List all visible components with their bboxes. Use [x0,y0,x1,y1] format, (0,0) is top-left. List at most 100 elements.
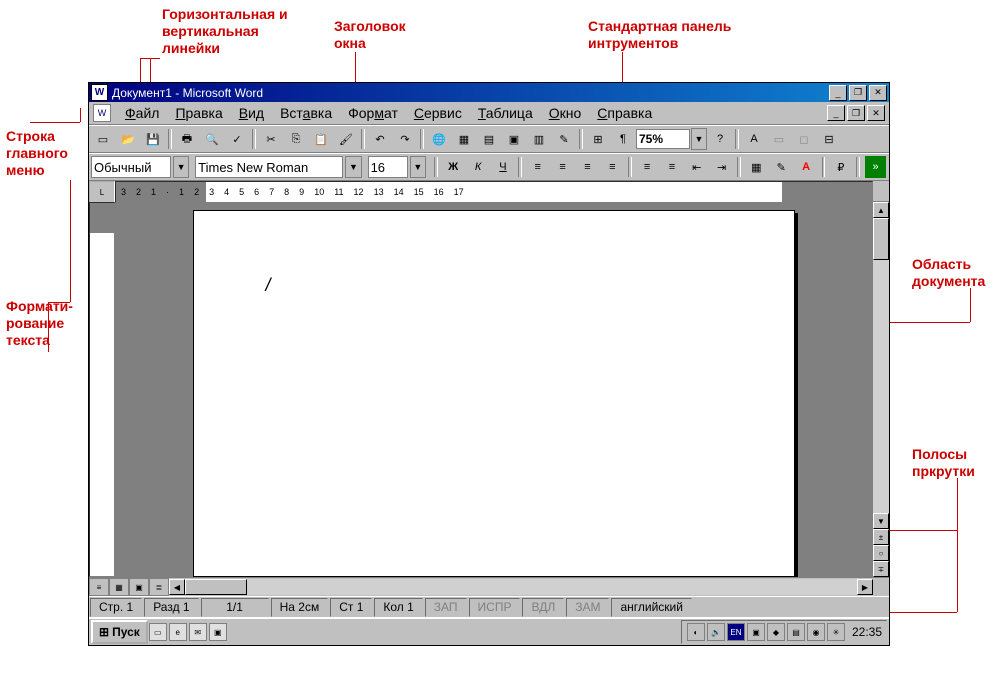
bold-button[interactable]: Ж [442,155,465,179]
group-icon[interactable]: ⊟ [817,127,841,151]
status-ovr[interactable]: ЗАМ [566,598,609,617]
italic-button[interactable]: К [467,155,490,179]
redo-icon[interactable]: ↷ [393,127,417,151]
undo-icon[interactable]: ↶ [368,127,392,151]
font-combo[interactable]: Times New Roman [195,156,343,178]
open-icon[interactable]: 📂 [116,127,140,151]
web-view-icon[interactable]: ▦ [109,578,129,596]
tray-lang-icon[interactable]: EN [727,623,745,641]
menu-format[interactable]: Формат [340,103,406,123]
outline-view-icon[interactable]: ≣ [149,578,169,596]
doc-minimize-button[interactable]: _ [827,105,845,121]
tray-icon-4[interactable]: ▤ [787,623,805,641]
ql-app-icon[interactable]: ▣ [209,623,227,641]
web-toolbar-icon[interactable]: ▦ [452,127,476,151]
clock[interactable]: 22:35 [852,625,882,639]
menu-edit[interactable]: Правка [167,103,230,123]
save-icon[interactable]: 💾 [141,127,165,151]
format-painter-icon[interactable]: 🖌 [334,127,358,151]
form-icon[interactable]: ▭ [767,127,791,151]
horizontal-scrollbar[interactable]: ◀ ▶ [169,579,873,595]
style-combo[interactable]: Обычный [91,156,171,178]
menu-help[interactable]: Справка [589,103,660,123]
paste-icon[interactable]: 📋 [309,127,333,151]
menu-insert[interactable]: Вставка [272,103,340,123]
zoom-field[interactable]: 75% [636,129,690,149]
ql-ie-icon[interactable]: e [169,623,187,641]
start-button[interactable]: ⊞ Пуск [91,620,148,644]
status-lang[interactable]: английский [611,598,691,617]
print-icon[interactable]: 🖶 [175,127,199,151]
tab-selector[interactable]: L [89,181,115,203]
wordart-icon[interactable]: A [742,127,766,151]
scroll-down-icon[interactable]: ▼ [873,513,889,529]
status-ext[interactable]: ВДЛ [522,598,564,617]
tables-icon[interactable]: ▤ [477,127,501,151]
tray-icon-5[interactable]: ◉ [807,623,825,641]
menu-file[interactable]: Файл [117,103,167,123]
highlight-icon[interactable]: ✎ [770,155,793,179]
page-view-icon[interactable]: ▣ [129,578,149,596]
show-para-icon[interactable]: ¶ [611,127,635,151]
columns-icon[interactable]: ▥ [527,127,551,151]
next-page-icon[interactable]: ∓ [873,561,889,577]
menu-view[interactable]: Вид [231,103,272,123]
bullet-list-icon[interactable]: ≡ [660,155,683,179]
titlebar[interactable]: W Документ1 - Microsoft Word _ ❐ ✕ [89,83,889,102]
new-icon[interactable]: ▭ [91,127,115,151]
horizontal-ruler[interactable]: 321·1234567891011121314151617 [115,181,873,203]
align-justify-icon[interactable]: ≡ [601,155,624,179]
doc-restore-button[interactable]: ❐ [847,105,865,121]
browse-object-icon[interactable]: ○ [873,545,889,561]
minimize-button[interactable]: _ [829,85,847,101]
vertical-ruler[interactable] [89,202,115,577]
frame-icon[interactable]: ◻ [792,127,816,151]
zoom-dropdown[interactable]: ▼ [691,128,707,150]
scroll-left-icon[interactable]: ◀ [169,579,185,595]
tray-icon-3[interactable]: ◆ [767,623,785,641]
align-right-icon[interactable]: ≡ [576,155,599,179]
decrease-indent-icon[interactable]: ⇤ [685,155,708,179]
underline-button[interactable]: Ч [492,155,515,179]
align-left-icon[interactable]: ≡ [526,155,549,179]
scroll-right-icon[interactable]: ▶ [857,579,873,595]
font-dropdown[interactable]: ▼ [345,156,361,178]
tray-volume-icon[interactable]: 🔊 [707,623,725,641]
doc-map-icon[interactable]: ⊞ [586,127,610,151]
borders-icon[interactable]: ▦ [745,155,768,179]
scroll-thumb[interactable] [873,218,889,260]
doc-icon[interactable]: W [93,104,111,122]
vertical-scrollbar[interactable]: ▲ ▼ ± ○ ∓ [872,202,889,577]
scroll-up-icon[interactable]: ▲ [873,202,889,218]
doc-close-button[interactable]: ✕ [867,105,885,121]
spell-icon[interactable]: ✓ [225,127,249,151]
drawing-icon[interactable]: ✎ [552,127,576,151]
ql-desktop-icon[interactable]: ▭ [149,623,167,641]
copy-icon[interactable]: ⎘ [284,127,308,151]
hyperlink-icon[interactable]: 🌐 [427,127,451,151]
page[interactable]: / [193,210,795,577]
prev-page-icon[interactable]: ± [873,529,889,545]
system-tray[interactable]: ◐ 🔊 EN ▣ ◆ ▤ ◉ ✳ 22:35 [681,620,887,644]
h-scroll-thumb[interactable] [185,579,247,595]
menu-tools[interactable]: Сервис [406,103,470,123]
preview-icon[interactable]: 🔍 [200,127,224,151]
numbered-list-icon[interactable]: ≡ [636,155,659,179]
font-color-icon[interactable]: A [795,155,818,179]
cut-icon[interactable]: ✂ [259,127,283,151]
size-combo[interactable]: 16 [368,156,408,178]
align-center-icon[interactable]: ≡ [551,155,574,179]
ruble-icon[interactable]: ₽ [829,155,852,179]
menu-table[interactable]: Таблица [470,103,541,123]
style-dropdown[interactable]: ▼ [173,156,189,178]
tray-icon-6[interactable]: ✳ [827,623,845,641]
increase-indent-icon[interactable]: ⇥ [710,155,733,179]
help-icon[interactable]: ? [708,127,732,151]
more-icon[interactable]: » [864,155,887,179]
excel-icon[interactable]: ▣ [502,127,526,151]
maximize-button[interactable]: ❐ [849,85,867,101]
status-rec[interactable]: ЗАП [425,598,467,617]
tray-icon-1[interactable]: ◐ [687,623,705,641]
normal-view-icon[interactable]: ≡ [89,578,109,596]
close-button[interactable]: ✕ [869,85,887,101]
